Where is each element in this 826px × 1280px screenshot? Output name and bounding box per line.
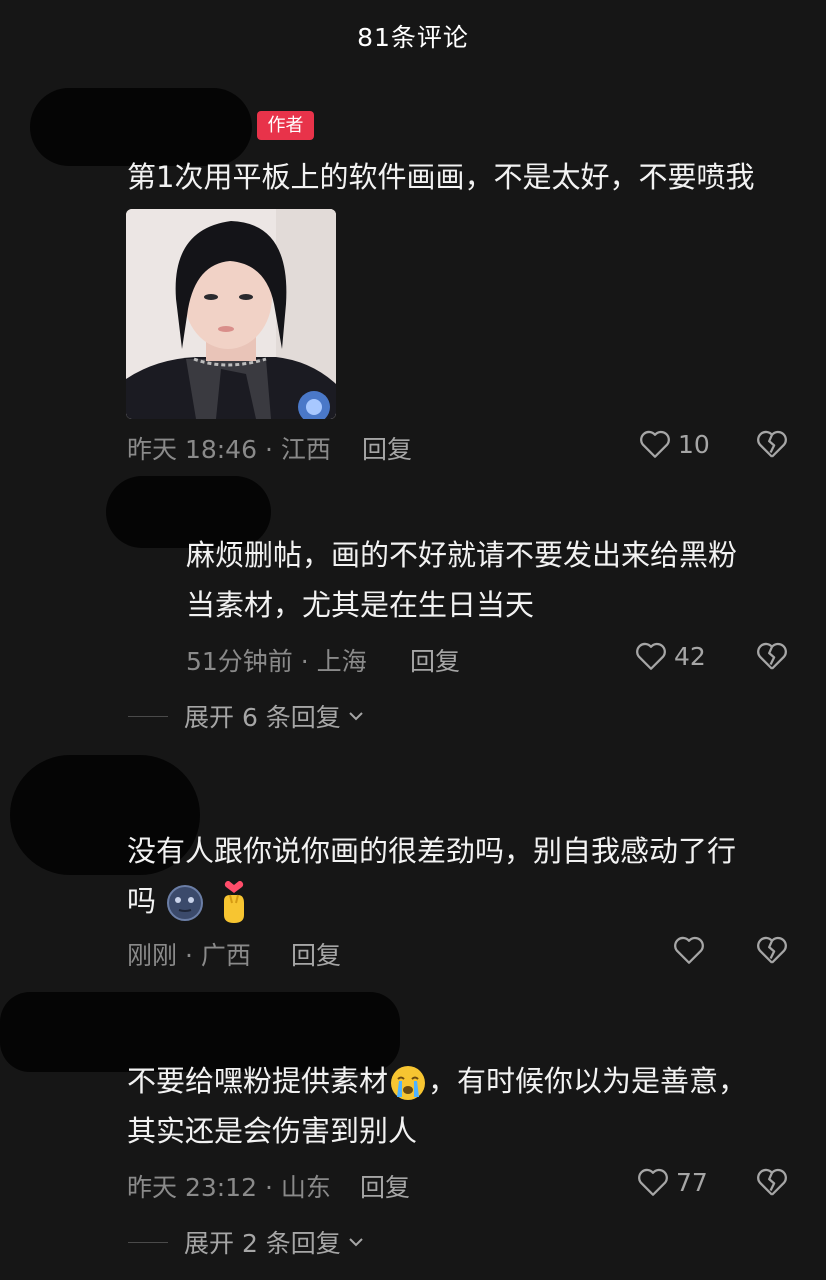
comment-text-part: 不要给嘿粉提供素材	[127, 1064, 389, 1098]
divider-line	[128, 1241, 168, 1243]
broken-heart-icon	[757, 430, 787, 458]
comment-text-tail: 吗	[127, 884, 157, 918]
dislike-button[interactable]	[755, 934, 789, 970]
comment-text: 当素材，尤其是在生日当天	[186, 588, 535, 622]
comment-text: 没有人跟你说你画的很差劲吗，别自我感动了行	[127, 834, 737, 868]
broken-heart-icon	[757, 1168, 787, 1196]
comment-text: 第1次用平板上的软件画画，不是太好，不要喷我	[127, 160, 755, 194]
chevron-down-icon	[349, 1238, 363, 1247]
comment-meta: 51分钟前 · 上海	[186, 647, 367, 676]
like-count: 10	[678, 429, 710, 459]
like-count: 77	[676, 1167, 708, 1197]
like-button[interactable]: 10	[638, 428, 710, 460]
reply-button[interactable]: 回复	[410, 642, 460, 678]
comment-text: 吗	[127, 876, 254, 926]
reply-button[interactable]: 回复	[291, 936, 341, 972]
expand-replies-label: 展开 2 条回复	[184, 1229, 341, 1258]
moon-face-emoji	[167, 885, 204, 921]
broken-heart-icon	[757, 936, 787, 964]
broken-heart-icon	[757, 642, 787, 670]
comment-meta: 昨天 18:46 · 江西	[127, 435, 331, 464]
comments-count-title: 81条评论	[357, 23, 469, 52]
comment-text: 不要给嘿粉提供素材 ，有时候你以为是善意，	[127, 1056, 747, 1106]
dislike-button[interactable]	[755, 640, 789, 676]
like-button[interactable]	[672, 934, 712, 966]
reply-button[interactable]: 回复	[362, 430, 412, 466]
heart-icon	[640, 430, 670, 458]
expand-replies-button[interactable]: 展开 6 条回复	[128, 698, 365, 734]
like-button[interactable]: 77	[636, 1166, 708, 1198]
dislike-button[interactable]	[755, 428, 789, 464]
comment-meta: 刚刚 · 广西	[127, 941, 251, 970]
comment-text: 其实还是会伤害到别人	[127, 1114, 418, 1148]
crying-emoji	[391, 1066, 426, 1100]
dislike-button[interactable]	[755, 1166, 789, 1202]
reply-button[interactable]: 回复	[360, 1168, 410, 1204]
portrait-photo	[126, 209, 336, 419]
comment-text: 麻烦删帖，画的不好就请不要发出来给黑粉	[186, 538, 738, 572]
finger-heart-emoji	[224, 881, 245, 923]
like-count: 42	[674, 641, 706, 671]
divider-line	[128, 715, 168, 717]
heart-icon	[636, 642, 666, 670]
heart-icon	[638, 1168, 668, 1196]
comments-panel: 81条评论 作者 第1次用平板上的软件画画，不是太好，不要喷我 昨天 18:46…	[0, 0, 826, 1280]
expand-replies-label: 展开 6 条回复	[184, 703, 341, 732]
heart-icon	[674, 936, 704, 964]
like-button[interactable]: 42	[634, 640, 706, 672]
comment-image[interactable]	[126, 209, 336, 419]
chevron-down-icon	[349, 712, 363, 721]
comment-meta: 昨天 23:12 · 山东	[127, 1173, 331, 1202]
author-badge: 作者	[257, 111, 314, 140]
expand-replies-button[interactable]: 展开 2 条回复	[128, 1224, 365, 1260]
comment-text-part: ，有时候你以为是善意，	[428, 1064, 748, 1098]
